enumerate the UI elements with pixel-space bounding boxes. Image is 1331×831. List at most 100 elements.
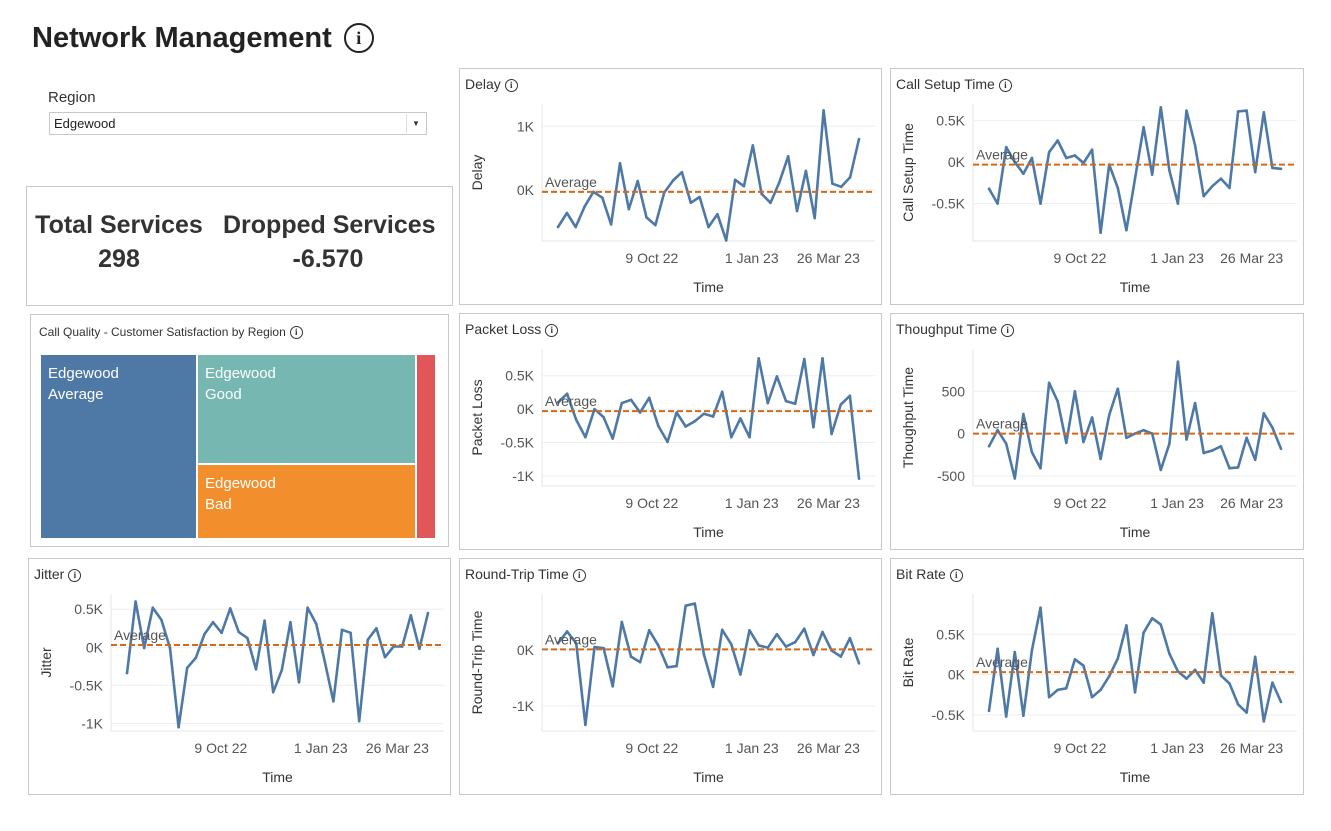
data-point[interactable] <box>168 646 172 650</box>
data-point[interactable] <box>1185 438 1188 441</box>
data-point[interactable] <box>1168 169 1171 172</box>
data-point[interactable] <box>1099 231 1102 234</box>
data-point[interactable] <box>848 636 852 640</box>
data-point[interactable] <box>766 401 770 405</box>
data-point[interactable] <box>666 440 669 444</box>
data-point[interactable] <box>1039 606 1042 609</box>
data-point[interactable] <box>812 425 815 429</box>
data-point[interactable] <box>769 201 772 205</box>
data-point[interactable] <box>1228 682 1231 685</box>
data-point[interactable] <box>802 627 806 630</box>
data-point[interactable] <box>987 187 991 190</box>
data-point[interactable] <box>1210 612 1214 615</box>
data-point[interactable] <box>1176 670 1180 673</box>
data-point[interactable] <box>600 196 604 199</box>
data-point[interactable] <box>418 647 421 651</box>
data-point[interactable] <box>1099 688 1102 692</box>
data-point[interactable] <box>996 202 999 205</box>
data-point[interactable] <box>1236 466 1240 469</box>
region-select[interactable]: Edgewood ▼ <box>49 112 427 135</box>
data-point[interactable] <box>1056 688 1060 692</box>
data-point[interactable] <box>1271 681 1274 684</box>
chevron-down-icon[interactable]: ▼ <box>406 114 425 133</box>
data-point[interactable] <box>314 622 318 625</box>
data-point[interactable] <box>812 653 815 657</box>
data-point[interactable] <box>647 396 651 400</box>
data-point[interactable] <box>1159 468 1163 472</box>
data-point[interactable] <box>609 223 613 226</box>
data-point[interactable] <box>1013 650 1017 654</box>
data-point[interactable] <box>671 179 675 182</box>
data-point[interactable] <box>711 415 715 418</box>
data-point[interactable] <box>583 205 586 208</box>
data-point[interactable] <box>1125 436 1128 440</box>
series-line[interactable] <box>556 109 861 242</box>
data-point[interactable] <box>602 415 605 419</box>
data-point[interactable] <box>1236 110 1240 113</box>
data-point[interactable] <box>804 169 808 173</box>
data-point[interactable] <box>1150 173 1154 176</box>
data-point[interactable] <box>1202 451 1206 455</box>
data-point[interactable] <box>1073 389 1077 393</box>
data-point[interactable] <box>194 656 198 660</box>
info-icon[interactable]: i <box>343 23 374 53</box>
data-point[interactable] <box>1090 148 1094 151</box>
data-point[interactable] <box>1073 154 1077 157</box>
data-point[interactable] <box>1279 447 1283 451</box>
data-point[interactable] <box>289 620 292 624</box>
data-point[interactable] <box>1202 681 1206 684</box>
data-point[interactable] <box>1185 677 1188 680</box>
data-point[interactable] <box>366 638 370 641</box>
data-point[interactable] <box>730 435 733 439</box>
data-point[interactable] <box>760 192 763 196</box>
data-point[interactable] <box>702 653 706 656</box>
data-point[interactable] <box>263 619 266 622</box>
data-point[interactable] <box>720 390 724 394</box>
data-point[interactable] <box>680 170 684 174</box>
data-point[interactable] <box>1176 202 1180 205</box>
data-point[interactable] <box>1271 166 1274 170</box>
data-point[interactable] <box>645 216 648 219</box>
data-point[interactable] <box>1262 720 1266 723</box>
data-point[interactable] <box>1004 715 1008 718</box>
data-point[interactable] <box>657 424 660 428</box>
data-point[interactable] <box>784 399 788 403</box>
data-point[interactable] <box>1142 428 1145 432</box>
data-point[interactable] <box>1116 657 1120 660</box>
data-point[interactable] <box>1271 426 1274 429</box>
data-point[interactable] <box>751 144 755 147</box>
data-point[interactable] <box>160 618 163 622</box>
data-point[interactable] <box>1047 150 1051 154</box>
data-point[interactable] <box>1090 695 1094 699</box>
data-point[interactable] <box>211 620 215 624</box>
data-point[interactable] <box>271 690 275 694</box>
data-point[interactable] <box>629 655 633 658</box>
data-point[interactable] <box>142 646 146 650</box>
data-point[interactable] <box>125 671 129 675</box>
data-point[interactable] <box>748 435 751 439</box>
data-point[interactable] <box>757 357 760 360</box>
data-point[interactable] <box>1082 664 1085 668</box>
data-point[interactable] <box>220 631 223 635</box>
data-point[interactable] <box>1168 652 1171 655</box>
data-point[interactable] <box>574 225 578 229</box>
data-point[interactable] <box>1082 440 1085 444</box>
data-point[interactable] <box>654 223 657 227</box>
series-line[interactable] <box>556 602 861 727</box>
data-point[interactable] <box>185 666 189 670</box>
data-point[interactable] <box>830 432 833 436</box>
data-point[interactable] <box>611 437 615 440</box>
data-point[interactable] <box>857 137 861 141</box>
data-point[interactable] <box>739 673 742 676</box>
data-point[interactable] <box>1202 194 1206 198</box>
data-point[interactable] <box>1253 655 1257 659</box>
series-line[interactable] <box>557 357 861 479</box>
data-point[interactable] <box>857 477 861 480</box>
data-point[interactable] <box>1185 109 1188 112</box>
treemap-cell-good[interactable]: Edgewood Good <box>197 354 416 464</box>
data-point[interactable] <box>821 357 824 360</box>
data-point[interactable] <box>1142 125 1145 129</box>
data-point[interactable] <box>1107 674 1111 678</box>
data-point[interactable] <box>1253 458 1257 462</box>
data-point[interactable] <box>716 212 719 216</box>
